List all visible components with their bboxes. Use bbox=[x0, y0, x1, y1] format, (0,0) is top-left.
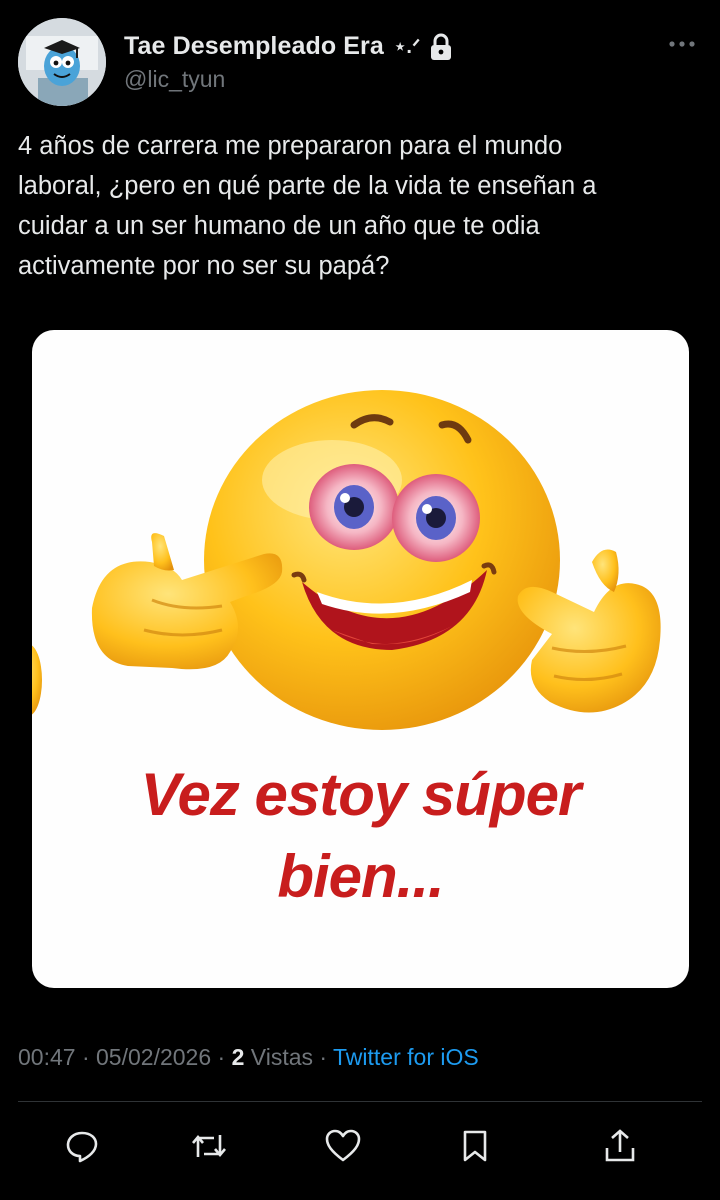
views-count: 2 bbox=[231, 1044, 245, 1070]
tweet-meta: 00:47 · 05/02/2026 · 2 Vistas · Twitter … bbox=[18, 1044, 479, 1071]
avatar[interactable] bbox=[18, 18, 106, 106]
tweet-header: Tae Desempleado Era ⋆.ᐟ @lic_tyun bbox=[0, 0, 720, 120]
meta-separator: · bbox=[75, 1044, 97, 1070]
divider bbox=[18, 1101, 702, 1102]
meme-caption-line: bien... bbox=[277, 843, 444, 910]
cartoon-avatar-icon bbox=[18, 18, 106, 106]
handle[interactable]: @lic_tyun bbox=[124, 66, 225, 93]
meta-separator: · bbox=[313, 1044, 334, 1070]
tweet-text-line: activamente por no ser su papá? bbox=[18, 252, 390, 280]
action-bar bbox=[0, 1122, 720, 1178]
views-label: Vistas bbox=[244, 1044, 313, 1070]
display-name[interactable]: Tae Desempleado Era bbox=[124, 32, 384, 61]
retweet-icon[interactable] bbox=[185, 1122, 233, 1170]
share-icon[interactable] bbox=[596, 1122, 644, 1170]
meta-separator: · bbox=[211, 1044, 232, 1070]
tweet-text-line: cuidar a un ser humano de un año que te … bbox=[18, 212, 540, 240]
like-icon[interactable] bbox=[319, 1122, 367, 1170]
tweet-date[interactable]: 05/02/2026 bbox=[96, 1044, 211, 1070]
tweet-time[interactable]: 00:47 bbox=[18, 1044, 76, 1070]
more-options-icon[interactable] bbox=[668, 36, 696, 47]
tweet-text: 4 años de carrera me prepararon para el … bbox=[18, 126, 698, 286]
tweet-text-line: 4 años de carrera me prepararon para el … bbox=[18, 132, 563, 160]
name-decoration: ⋆.ᐟ bbox=[393, 36, 421, 58]
reply-icon[interactable] bbox=[58, 1122, 106, 1170]
tweet-image[interactable]: Vez estoy súper bien... bbox=[32, 330, 689, 988]
tweet-text-line: laboral, ¿pero en qué parte de la vida t… bbox=[18, 172, 597, 200]
tweet-source-link[interactable]: Twitter for iOS bbox=[333, 1044, 479, 1070]
lock-icon bbox=[430, 33, 452, 61]
meme-caption-line: Vez estoy súper bbox=[140, 761, 582, 828]
bookmark-icon[interactable] bbox=[451, 1122, 499, 1170]
